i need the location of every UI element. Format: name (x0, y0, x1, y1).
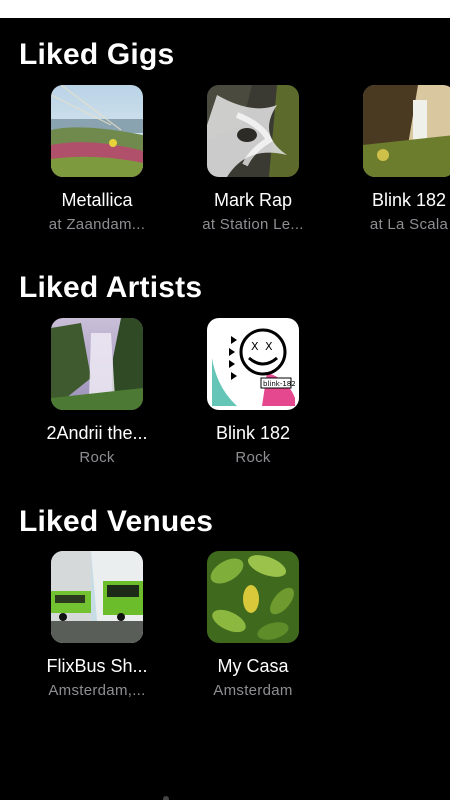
gig-venue: at Zaandam... (48, 216, 146, 233)
blink182-smiley-art: X X blink-182 (207, 318, 299, 410)
waterfall-rocks-photo (207, 85, 299, 177)
cliff-waterfall-photo (363, 85, 450, 177)
svg-text:X: X (265, 340, 273, 353)
beach-grass-photo (51, 85, 143, 177)
artist-genre: Rock (79, 449, 115, 466)
gig-venue: at Station Le... (202, 216, 304, 233)
venue-city: Amsterdam,... (48, 682, 146, 699)
venue-city: Amsterdam (213, 682, 293, 699)
status-bar-strip (0, 0, 450, 18)
misty-waterfall-photo (51, 318, 143, 410)
artist-name: 2Andrii the... (46, 423, 148, 443)
liked-gigs-carousel[interactable]: Metallica at Zaandam... Mark Rap at Stat… (0, 85, 450, 245)
gig-title: Blink 182 (371, 190, 447, 210)
gig-title: Mark Rap (213, 190, 293, 210)
venue-name: FlixBus Sh... (46, 656, 148, 676)
artist-name: Blink 182 (215, 423, 291, 443)
section-title-liked-artists: Liked Artists (19, 271, 203, 304)
artist-genre: Rock (235, 449, 271, 466)
green-buses-photo (51, 551, 143, 643)
svg-text:X: X (251, 340, 259, 353)
home-indicator (163, 796, 169, 800)
svg-text:blink-182: blink-182 (263, 380, 296, 388)
liked-artists-carousel[interactable]: 2Andrii the... Rock X X blink-182 Blink … (0, 318, 450, 478)
gig-venue: at La Scala (369, 216, 449, 233)
section-title-liked-gigs: Liked Gigs (19, 38, 175, 71)
green-leaves-photo (207, 551, 299, 643)
section-title-liked-venues: Liked Venues (19, 505, 214, 538)
venue-name: My Casa (217, 656, 289, 676)
liked-venues-carousel[interactable]: FlixBus Sh... Amsterdam,... My Casa Amst… (0, 551, 450, 711)
gig-title: Metallica (61, 190, 133, 210)
